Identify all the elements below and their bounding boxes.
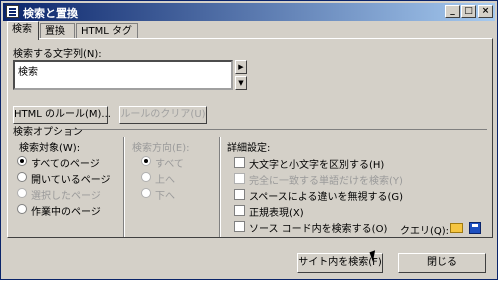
search-input[interactable]: 検索 <box>13 60 233 90</box>
radio-dot <box>141 156 151 166</box>
radio-label: 上へ <box>155 175 175 186</box>
query-label: クエリ(Q): <box>400 226 450 237</box>
dialog-app-icon <box>6 5 19 18</box>
radio-label: すべて <box>155 159 184 170</box>
radio-dot <box>17 188 27 198</box>
column-separator <box>219 137 220 237</box>
close-button[interactable]: 閉じる <box>398 253 486 273</box>
checkbox-box <box>234 205 245 216</box>
tab-html-tags[interactable]: HTML タグ <box>76 23 138 39</box>
checkbox-label: ソース コード内を検索する(O) <box>249 224 388 235</box>
checkbox-box <box>234 157 245 168</box>
search-string-label: 検索する文字列(N): <box>13 49 102 60</box>
checkbox-label: 大文字と小文字を区別する(H) <box>249 160 385 171</box>
close-window-button[interactable]: × <box>478 5 493 18</box>
save-icon[interactable] <box>469 222 481 234</box>
radio-label: 作業中のページ <box>31 207 101 218</box>
maximize-button[interactable]: □ <box>461 5 476 18</box>
clear-rules-button[interactable]: ルールのクリア(U) <box>119 106 207 124</box>
radio-label: 下へ <box>155 191 175 202</box>
radio-label: すべてのページ <box>31 159 100 170</box>
checkbox-label: スペースによる違いを無視する(G) <box>249 192 404 203</box>
radio-dot <box>17 156 27 166</box>
search-target-label: 検索対象(W): <box>19 143 81 154</box>
minimize-button[interactable]: _ <box>445 5 460 18</box>
checkbox-box <box>234 173 245 184</box>
search-options-title: 検索オプション <box>13 127 83 138</box>
checkbox-box <box>234 189 245 200</box>
checkbox-label: 正規表現(X) <box>249 208 304 219</box>
open-folder-icon[interactable] <box>450 223 463 233</box>
html-rules-button[interactable]: HTML のルール(M)... <box>13 106 111 124</box>
window-title: 検索と置換 <box>23 7 78 20</box>
tab-search[interactable]: 検索 <box>7 21 39 40</box>
radio-label: 開いているページ <box>31 175 111 186</box>
options-divider <box>71 129 487 130</box>
checkbox-label: 完全に一致する単語だけを検索(Y) <box>249 176 403 187</box>
column-separator <box>123 137 124 237</box>
search-history-dropdown[interactable]: ▼ <box>235 76 247 90</box>
radio-dot <box>141 172 151 182</box>
find-replace-dialog: 検索と置換 _ □ × 検索 置換 HTML タグ 検索する文字列(N): 検索… <box>0 0 498 280</box>
radio-label: 選択したページ <box>31 191 101 202</box>
tab-replace[interactable]: 置換 <box>40 23 75 39</box>
radio-dot <box>17 172 27 182</box>
search-expand-button[interactable]: ▶ <box>235 60 247 74</box>
radio-dot <box>141 188 151 198</box>
title-bar[interactable]: 検索と置換 _ □ × <box>3 3 495 21</box>
radio-dot <box>17 204 27 214</box>
search-direction-label: 検索方向(E): <box>132 143 190 154</box>
checkbox-box <box>234 221 245 232</box>
advanced-settings-label: 詳細設定: <box>227 143 271 154</box>
